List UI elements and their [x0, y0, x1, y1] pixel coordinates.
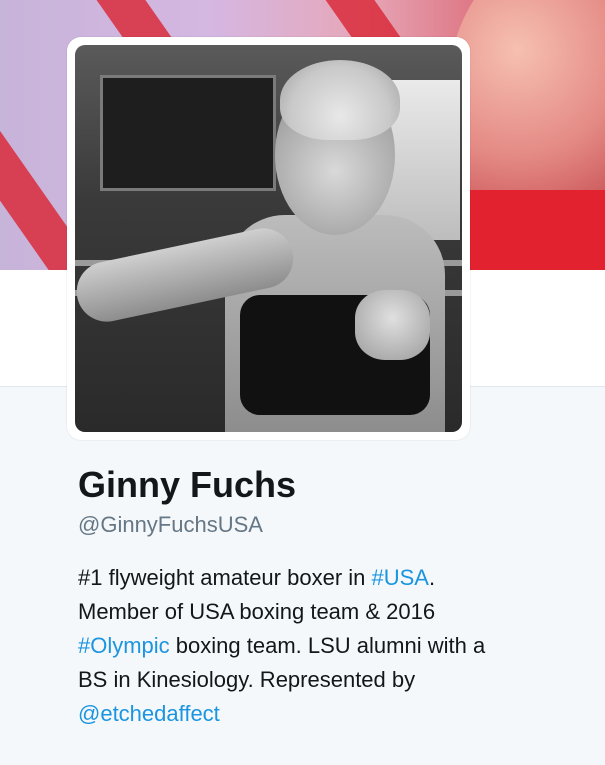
avatar-background-board — [100, 75, 276, 191]
bio-text: Member of USA boxing team & 2016 — [78, 599, 436, 624]
avatar-image[interactable] — [75, 45, 462, 432]
profile-handle[interactable]: @GinnyFuchsUSA — [78, 510, 263, 540]
bio-text: #1 flyweight amateur boxer in — [78, 565, 372, 590]
avatar-hair — [280, 60, 400, 140]
profile-name[interactable]: Ginny Fuchs — [78, 463, 296, 507]
hashtag-link-olympic[interactable]: #Olympic — [78, 633, 170, 658]
hashtag-link-usa[interactable]: #USA — [372, 565, 429, 590]
avatar[interactable] — [67, 37, 470, 440]
profile-bio: #1 flyweight amateur boxer in #USA. Membe… — [78, 561, 593, 731]
bio-text: BS in Kinesiology. Represented by — [78, 667, 416, 692]
bio-text: boxing team. LSU alumni with a — [169, 633, 486, 658]
mention-link-etchedaffect[interactable]: @etchedaffect — [78, 701, 220, 726]
avatar-fist — [355, 290, 430, 360]
bio-text: . — [428, 565, 436, 590]
